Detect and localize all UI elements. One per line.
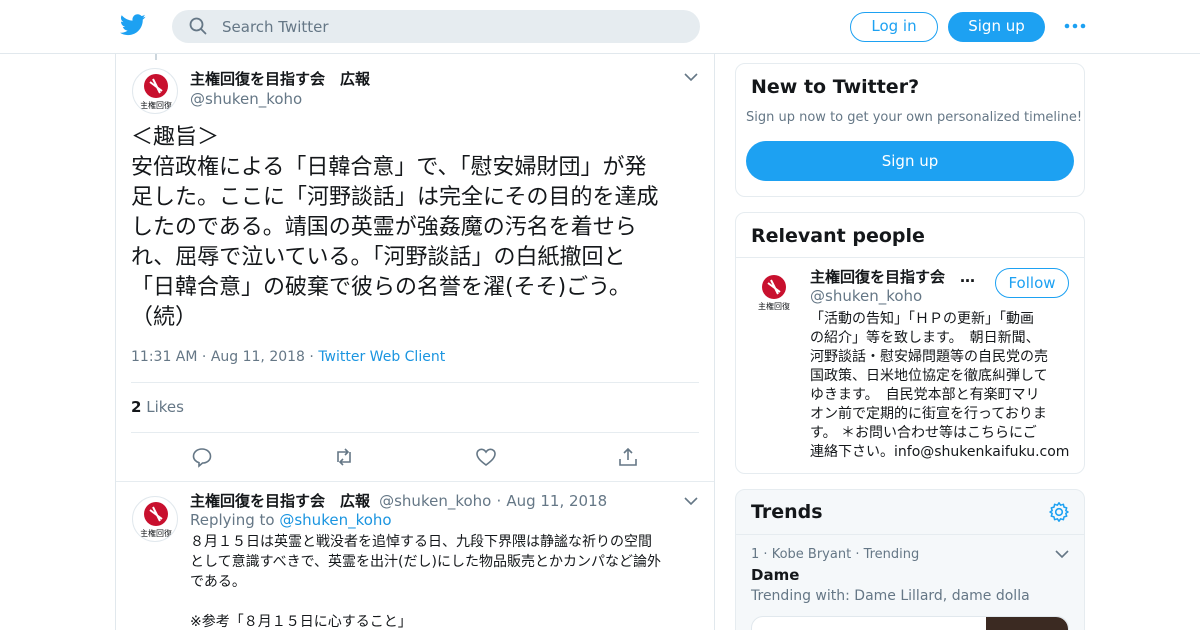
trend-media-thumbnail (986, 617, 1068, 630)
separator: · (201, 349, 211, 365)
tweet-line (190, 592, 705, 612)
chevron-down-icon[interactable] (684, 73, 698, 82)
tweet-line: ８月１５日は英霊と戦没者を追悼する日、九段下界隈は静謐な祈りの空間 (190, 534, 652, 550)
avatar-text: 主権回復 (140, 528, 172, 538)
retweet-icon[interactable] (333, 446, 355, 468)
avatar-emblem-icon: 主権回復 (137, 502, 175, 538)
divider (736, 534, 1084, 535)
card-title: Relevant people (751, 225, 925, 247)
card-title: New to Twitter? (751, 76, 920, 98)
tweet-source-link[interactable]: Twitter Web Client (318, 349, 445, 365)
thread-connector (155, 54, 157, 60)
reply-header: 主権回復を目指す会 広報 @shuken_koho · Aug 11, 2018 (190, 491, 607, 511)
tweet-line: 安倍政権による「日韓合意」で、「慰安婦財団」が発 (131, 155, 647, 180)
bio-line: 連絡下さい。info@shukenkaifuku.com (810, 444, 1070, 460)
reply-icon[interactable] (191, 446, 213, 468)
trend-context-label: Kobe Bryant (771, 547, 852, 562)
bio-line: 国政策、日米地位協定を徹底糾弾して (810, 368, 1048, 384)
likes-count: 2 (131, 398, 142, 416)
search-placeholder: Search Twitter (222, 18, 329, 36)
author-name[interactable]: 主権回復を目指す会 広報 (190, 69, 370, 89)
tweet-line: 「日韓合意」の破棄で彼らの名誉を濯(そそ)ごう。 (131, 275, 631, 300)
search-icon (189, 17, 207, 35)
avatar-emblem-icon: 主権回復 (755, 275, 793, 311)
card-title: Trends (751, 501, 823, 523)
more-options-icon[interactable] (1064, 20, 1086, 32)
tweet-text: ＜趣旨＞ 安倍政権による「日韓合意」で、「慰安婦財団」が発 足した。ここに「河野… (131, 123, 706, 333)
bio-line: 「活動の告知」「ＨＰの更新」「動画 (810, 311, 1034, 327)
tweet-date[interactable]: Aug 11, 2018 (211, 349, 305, 365)
separator: · (763, 547, 772, 562)
author-name[interactable]: 主権回復を目指す会 広報 (190, 492, 370, 510)
avatar[interactable]: 主権回復 (132, 496, 178, 542)
tweet-metadata: 11:31 AM · Aug 11, 2018 · Twitter Web Cl… (131, 348, 445, 366)
bio-line: 河野談話・慰安婦問題等の自民党の売 (810, 349, 1048, 365)
heart-icon[interactable] (475, 446, 497, 468)
person-handle[interactable]: @shuken_koho (810, 286, 922, 306)
likes-label: Likes (146, 398, 184, 416)
tweet-line: ＜趣旨＞ (131, 125, 220, 150)
tweet-line: 足した。ここに「河野談話」は完全にその目的を達成 (131, 185, 659, 210)
divider (131, 382, 699, 383)
bio-line: の紹介」等を致します。 朝日新聞、 (810, 330, 1040, 346)
share-icon[interactable] (617, 446, 639, 468)
author-handle[interactable]: @shuken_koho (190, 89, 302, 109)
replying-to-handle-link[interactable]: @shuken_koho (279, 511, 391, 529)
person-name[interactable]: 主権回復を目指す会 … (810, 267, 975, 287)
tweet-time[interactable]: 11:31 AM (131, 349, 197, 365)
signup-card-button[interactable]: Sign up (746, 141, 1074, 181)
chevron-down-icon[interactable] (684, 497, 698, 506)
divider (736, 257, 1084, 258)
avatar-emblem-icon: 主権回復 (137, 74, 175, 110)
tweet-line: したのである。靖国の英霊が強姦魔の汚名を着せら (131, 215, 637, 240)
avatar-text: 主権回復 (140, 100, 172, 110)
avatar-text: 主権回復 (758, 301, 790, 311)
tweet-line: として意識すべきで、英霊を出汁(だし)にした物品販売とかカンパなど論外 (190, 554, 661, 570)
gear-icon[interactable] (1048, 501, 1070, 523)
twitter-bird-logo-icon[interactable] (120, 13, 146, 37)
divider (131, 432, 699, 433)
chevron-down-icon[interactable] (1055, 550, 1069, 559)
avatar[interactable]: 主権回復 (751, 270, 797, 316)
card-subtitle: Sign up now to get your own personalized… (746, 110, 1083, 125)
bio-line: オン前で定期的に街宣を行っておりま (810, 406, 1047, 422)
signup-button[interactable]: Sign up (948, 12, 1045, 42)
bio-line: す。 ＊お問い合わせ等はこちらにご (810, 425, 1037, 441)
tweet-line: （続） (131, 305, 198, 330)
replying-to: Replying to @shuken_koho (190, 510, 392, 530)
separator: · (496, 492, 502, 510)
author-handle[interactable]: @shuken_koho (379, 492, 491, 510)
replying-to-label: Replying to (190, 511, 275, 529)
tweet-date[interactable]: Aug 11, 2018 (506, 492, 607, 510)
person-bio: 「活動の告知」「ＨＰの更新」「動画 の紹介」等を致します。 朝日新聞、 河野談話… (810, 310, 1072, 462)
trend-label: Trending (863, 547, 920, 562)
separator: · (855, 547, 864, 562)
tweet-line: れ、屈辱で泣いている。「河野談話」の白紙撤回と (131, 245, 626, 270)
bio-line: ゆきます。 自民党本部と有楽町マリ (810, 387, 1040, 403)
avatar[interactable]: 主権回復 (132, 68, 178, 114)
trend-rank: 1 (751, 547, 760, 562)
likes-stat[interactable]: 2 Likes (131, 397, 184, 417)
trend-related: Trending with: Dame Lillard, dame dolla (751, 588, 1030, 604)
login-button[interactable]: Log in (850, 12, 938, 42)
separator: · (309, 349, 319, 365)
follow-button[interactable]: Follow (995, 268, 1069, 298)
reply-tweet-text: ８月１５日は英霊と戦没者を追悼する日、九段下界隈は静謐な祈りの空間 として意識す… (190, 532, 705, 630)
trend-name[interactable]: Dame (751, 565, 799, 585)
tweet-line: である。 (190, 574, 246, 590)
trend-context: 1 · Kobe Bryant · Trending (751, 546, 919, 564)
tweet-line: ※参考「８月１５日に心すること」 (190, 614, 412, 630)
divider (116, 481, 714, 482)
